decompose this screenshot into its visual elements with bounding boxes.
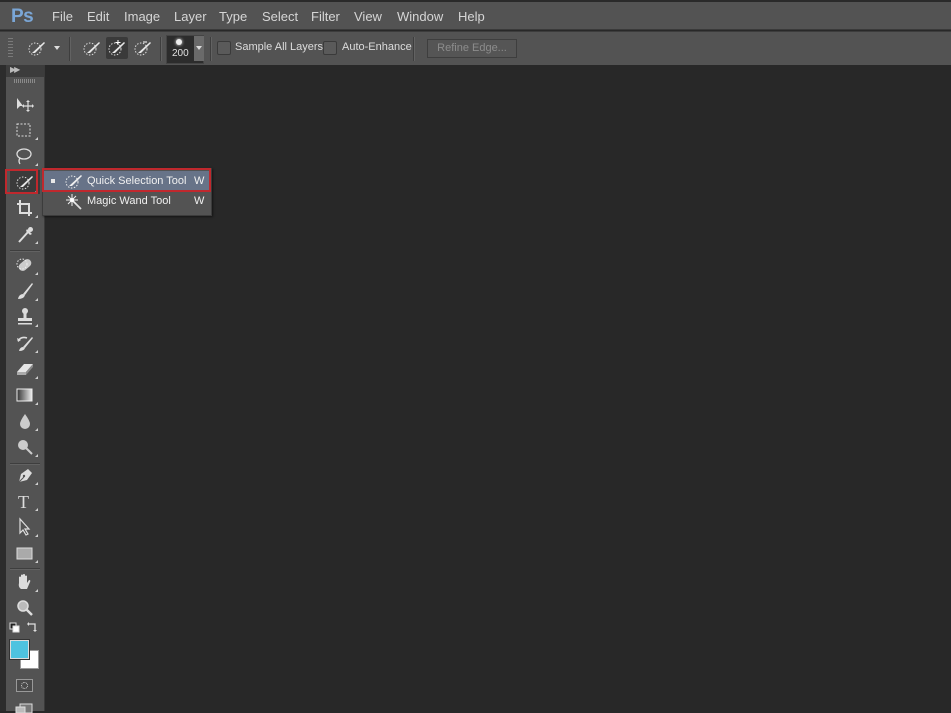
active-tool-highlight <box>5 169 38 194</box>
tool-move[interactable] <box>10 92 40 116</box>
eraser-icon <box>17 364 33 375</box>
quick-selection-brush-icon <box>28 42 45 56</box>
screen-mode-icon[interactable] <box>15 703 33 713</box>
dodge-icon <box>18 440 33 455</box>
tool-zoom[interactable] <box>10 596 40 620</box>
foreground-color-swatch[interactable] <box>10 640 29 659</box>
quick-selection-add-icon <box>108 40 125 56</box>
tool-hand[interactable] <box>10 570 40 594</box>
document-canvas-area[interactable] <box>45 65 951 711</box>
auto-enhance-checkbox[interactable] <box>323 41 337 55</box>
toolbox-panel: ▶▶ T <box>6 65 45 711</box>
photoshop-logo: Ps <box>11 6 34 27</box>
sample-all-layers-checkbox[interactable] <box>217 41 231 55</box>
chevron-down-icon <box>196 46 202 50</box>
tool-preset-dropdown-arrow[interactable] <box>54 46 60 50</box>
tool-blur[interactable] <box>10 409 40 433</box>
tool-spot-healing-brush[interactable] <box>10 253 40 277</box>
lasso-icon <box>16 148 32 165</box>
subtract-from-selection-button[interactable] <box>132 37 154 59</box>
default-colors-icon[interactable] <box>9 622 21 634</box>
options-bar: 200 Sample All Layers Auto-Enhance Refin… <box>0 31 951 65</box>
water-drop-icon <box>20 414 30 429</box>
flyout-item-label: Magic Wand Tool <box>87 195 171 207</box>
tool-type[interactable]: T <box>10 489 40 513</box>
separator <box>413 37 414 61</box>
tool-pen[interactable] <box>10 463 40 487</box>
quick-selection-icon <box>83 42 100 56</box>
history-brush-icon <box>17 336 33 351</box>
eyedropper-icon <box>18 227 33 243</box>
menu-window[interactable]: Window <box>397 9 443 24</box>
brush-picker-dropdown[interactable] <box>194 36 204 61</box>
flyout-selected-highlight <box>42 168 211 192</box>
tool-gradient[interactable] <box>10 383 40 407</box>
menu-select[interactable]: Select <box>262 9 298 24</box>
stamp-icon <box>18 308 32 325</box>
separator <box>160 37 161 61</box>
bandage-icon <box>16 258 32 271</box>
pen-icon <box>18 469 32 483</box>
gradient-icon <box>16 388 33 402</box>
menu-bar: Ps File Edit Image Layer Type Select Fil… <box>0 2 951 30</box>
swap-colors-icon[interactable] <box>26 621 38 633</box>
tool-crop[interactable] <box>10 196 40 220</box>
toolbox-header[interactable]: ▶▶ <box>6 65 44 77</box>
menu-type[interactable]: Type <box>219 9 247 24</box>
auto-enhance-label[interactable]: Auto-Enhance <box>342 41 412 53</box>
menu-filter[interactable]: Filter <box>311 9 340 24</box>
options-bar-grip[interactable] <box>8 38 13 58</box>
flyout-item-magic-wand[interactable]: Magic Wand Tool W <box>44 191 210 211</box>
menu-edit[interactable]: Edit <box>87 9 109 24</box>
brush-icon <box>18 283 33 299</box>
tool-dodge[interactable] <box>10 435 40 459</box>
toolbox-grip[interactable] <box>14 79 36 83</box>
crop-icon <box>17 200 32 216</box>
refine-edge-button[interactable]: Refine Edge... <box>427 39 517 58</box>
tool-rectangular-marquee[interactable] <box>10 118 40 142</box>
brush-size-value: 200 <box>172 48 189 59</box>
new-selection-button[interactable] <box>81 37 103 59</box>
tool-eraser[interactable] <box>10 357 40 381</box>
tool-lasso[interactable] <box>10 144 40 168</box>
toolbox-separator <box>10 568 40 569</box>
brush-tip-preview <box>176 39 182 45</box>
type-icon: T <box>18 492 29 511</box>
magnifier-icon <box>17 600 33 616</box>
expand-panel-icon[interactable]: ▶▶ <box>10 65 20 74</box>
separator <box>210 37 211 61</box>
menu-view[interactable]: View <box>354 9 382 24</box>
tool-eyedropper[interactable] <box>10 222 40 246</box>
hand-icon <box>18 574 31 589</box>
svg-text:T: T <box>18 492 29 511</box>
tool-clone-stamp[interactable] <box>10 305 40 329</box>
rectangular-marquee-icon <box>16 123 31 137</box>
menu-image[interactable]: Image <box>124 9 160 24</box>
sample-all-layers-label[interactable]: Sample All Layers <box>235 41 323 53</box>
tool-brush[interactable] <box>10 279 40 303</box>
menu-file[interactable]: File <box>52 9 73 24</box>
magic-wand-icon <box>66 194 82 210</box>
tool-preset-picker[interactable] <box>26 37 48 59</box>
quick-mask-button[interactable] <box>16 679 33 692</box>
move-icon <box>17 98 34 112</box>
menu-help[interactable]: Help <box>458 9 485 24</box>
tool-rectangle[interactable] <box>10 541 40 565</box>
quick-selection-subtract-icon <box>134 41 151 56</box>
rectangle-shape-icon <box>16 547 33 560</box>
menu-layer[interactable]: Layer <box>174 9 207 24</box>
tool-history-brush[interactable] <box>10 331 40 355</box>
add-to-selection-button[interactable] <box>106 37 128 59</box>
tool-path-selection[interactable] <box>10 515 40 539</box>
path-selection-icon <box>19 517 31 536</box>
toolbox-separator <box>10 250 40 251</box>
flyout-item-shortcut: W <box>194 195 205 207</box>
separator <box>69 37 70 61</box>
